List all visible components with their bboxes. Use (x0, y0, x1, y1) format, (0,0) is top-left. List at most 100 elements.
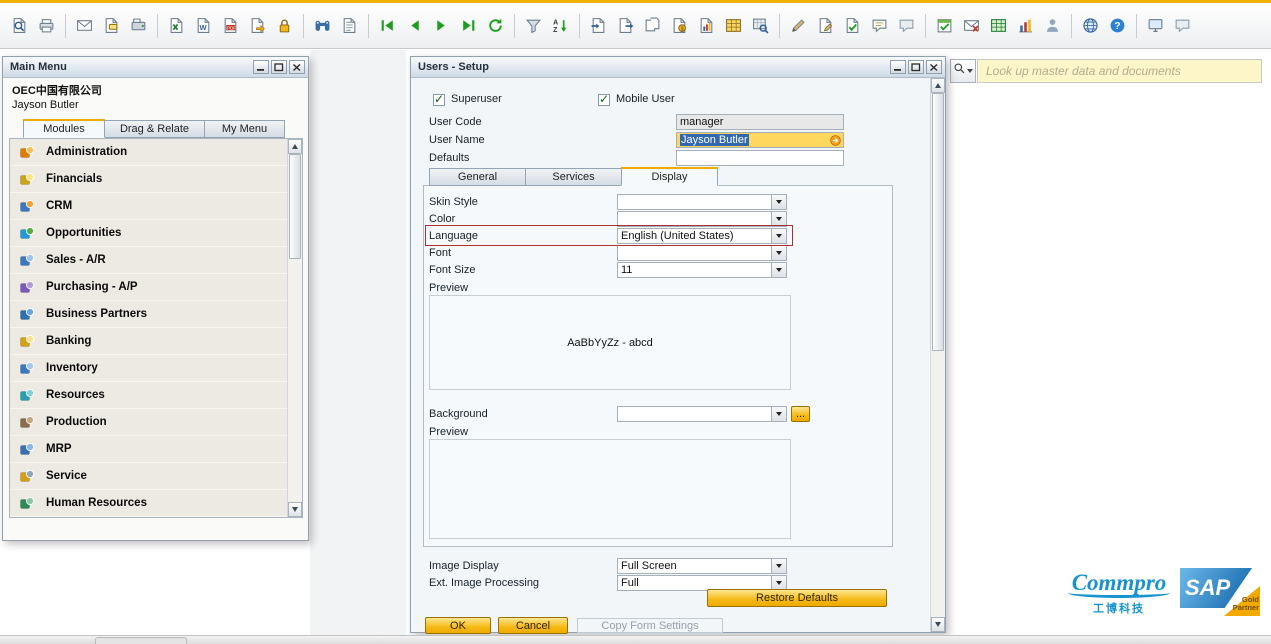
users-setup-titlebar[interactable]: Users - Setup (411, 57, 945, 78)
menu-item-business-partners[interactable]: Business Partners (10, 301, 287, 328)
menu-item-administration[interactable]: Administration (10, 139, 287, 166)
journal-voucher-button[interactable] (336, 12, 363, 40)
menu-item-production[interactable]: Production (10, 409, 287, 436)
support-chat-button[interactable] (1169, 12, 1196, 40)
main-menu-tab-my-menu[interactable]: My Menu (204, 120, 285, 138)
superuser-checkbox[interactable] (433, 94, 445, 106)
lookup-search-button[interactable] (950, 59, 976, 83)
ok-button[interactable]: OK (425, 617, 491, 634)
minimize-button[interactable] (890, 60, 906, 74)
help-button[interactable]: ? (1104, 12, 1131, 40)
messages-overview-button[interactable] (866, 12, 893, 40)
export-to-excel-button[interactable] (163, 12, 190, 40)
menu-item-inventory[interactable]: Inventory (10, 355, 287, 382)
minimize-button[interactable] (253, 60, 269, 74)
user-name-field[interactable]: Jayson Butler (676, 132, 844, 148)
maximize-button[interactable] (271, 60, 287, 74)
background-dropdown[interactable] (617, 406, 787, 422)
send-sms-button[interactable] (98, 12, 125, 40)
image-display-dropdown[interactable]: Full Screen (617, 558, 787, 574)
skin-style-dropdown[interactable] (617, 194, 787, 210)
toolbar-separator (1071, 14, 1072, 38)
language-dropdown[interactable]: English (United States) (617, 228, 787, 244)
scroll-up-button[interactable] (931, 78, 945, 93)
main-menu-tab-modules[interactable]: Modules (23, 119, 105, 138)
menu-item-opportunities[interactable]: Opportunities (10, 220, 287, 247)
menu-item-banking[interactable]: Banking (10, 328, 287, 355)
send-email-button[interactable] (71, 12, 98, 40)
query-manager-button[interactable] (747, 12, 774, 40)
font-dropdown[interactable] (617, 245, 787, 261)
menu-item-resources[interactable]: Resources (10, 382, 287, 409)
next-record-button[interactable] (428, 12, 455, 40)
previous-record-button[interactable] (401, 12, 428, 40)
users-setup-scrollbar[interactable] (930, 78, 945, 632)
my-account-button[interactable] (1039, 12, 1066, 40)
users-setup-tab-general[interactable]: General (429, 168, 526, 186)
status-bar-item[interactable] (95, 637, 187, 644)
menu-item-mrp[interactable]: MRP (10, 436, 287, 463)
refresh-record-button[interactable] (482, 12, 509, 40)
inbox-button[interactable] (958, 12, 985, 40)
launch-application-button[interactable] (244, 12, 271, 40)
target-document-button[interactable] (612, 12, 639, 40)
web-browser-button[interactable] (1077, 12, 1104, 40)
approval-status-button[interactable] (839, 12, 866, 40)
form-settings-button[interactable] (720, 12, 747, 40)
main-menu-titlebar[interactable]: Main Menu (3, 57, 308, 78)
link-arrow-icon[interactable] (829, 134, 842, 147)
chevron-down-icon (771, 229, 786, 243)
close-button[interactable] (926, 60, 942, 74)
base-document-button[interactable] (585, 12, 612, 40)
user-code-field[interactable]: manager (676, 114, 844, 130)
cancel-button[interactable]: Cancel (498, 617, 568, 634)
send-fax-button[interactable] (125, 12, 152, 40)
filter-table-button[interactable] (520, 12, 547, 40)
document-drafts-button[interactable] (639, 12, 666, 40)
menu-item-crm[interactable]: CRM (10, 193, 287, 220)
opportunities-icon (18, 224, 36, 242)
gross-profit-button[interactable] (693, 12, 720, 40)
users-setup-tab-services[interactable]: Services (525, 168, 622, 186)
scroll-down-button[interactable] (288, 502, 302, 517)
menu-item-financials[interactable]: Financials (10, 166, 287, 193)
lookup-search-input[interactable] (977, 59, 1262, 83)
users-setup-tab-display[interactable]: Display (621, 167, 718, 186)
lock-screen-button[interactable] (271, 12, 298, 40)
find-button[interactable] (309, 12, 336, 40)
last-data-record-button[interactable] (455, 12, 482, 40)
to-do-list-button[interactable] (931, 12, 958, 40)
dialog-overview-button[interactable] (893, 12, 920, 40)
maximize-button[interactable] (908, 60, 924, 74)
print-preview-button[interactable] (6, 12, 33, 40)
first-data-record-button[interactable] (374, 12, 401, 40)
menu-item-sales-a-r[interactable]: Sales - A/R (10, 247, 287, 274)
defaults-field[interactable] (676, 150, 844, 166)
copy-form-settings-button[interactable]: Copy Form Settings (577, 618, 723, 633)
main-menu-scrollbar[interactable] (287, 139, 302, 517)
export-to-pdf-button[interactable]: PDF (217, 12, 244, 40)
support-monitor-button[interactable] (1142, 12, 1169, 40)
scroll-up-button[interactable] (288, 139, 302, 154)
scroll-thumb[interactable] (932, 93, 944, 351)
print-button[interactable] (33, 12, 60, 40)
excel-report-button[interactable] (985, 12, 1012, 40)
edit-button[interactable] (785, 12, 812, 40)
menu-item-purchasing-a-p[interactable]: Purchasing - A/P (10, 274, 287, 301)
scroll-down-button[interactable] (931, 617, 945, 632)
scroll-thumb[interactable] (289, 154, 301, 259)
browse-button[interactable]: ... (791, 406, 810, 422)
main-menu-tab-drag-relate[interactable]: Drag & Relate (104, 120, 205, 138)
sort-table-button[interactable]: AZ (547, 12, 574, 40)
menu-item-human-resources[interactable]: Human Resources (10, 490, 287, 517)
mobile-user-checkbox[interactable] (598, 94, 610, 106)
restore-defaults-button[interactable]: Restore Defaults (707, 589, 887, 607)
chart-wizard-button[interactable] (1012, 12, 1039, 40)
close-button[interactable] (289, 60, 305, 74)
export-to-word-button[interactable]: W (190, 12, 217, 40)
menu-item-service[interactable]: Service (10, 463, 287, 490)
document-editing-button[interactable] (812, 12, 839, 40)
font-size-dropdown[interactable]: 11 (617, 262, 787, 278)
payment-means-button[interactable]: $ (666, 12, 693, 40)
color-dropdown[interactable] (617, 211, 787, 227)
